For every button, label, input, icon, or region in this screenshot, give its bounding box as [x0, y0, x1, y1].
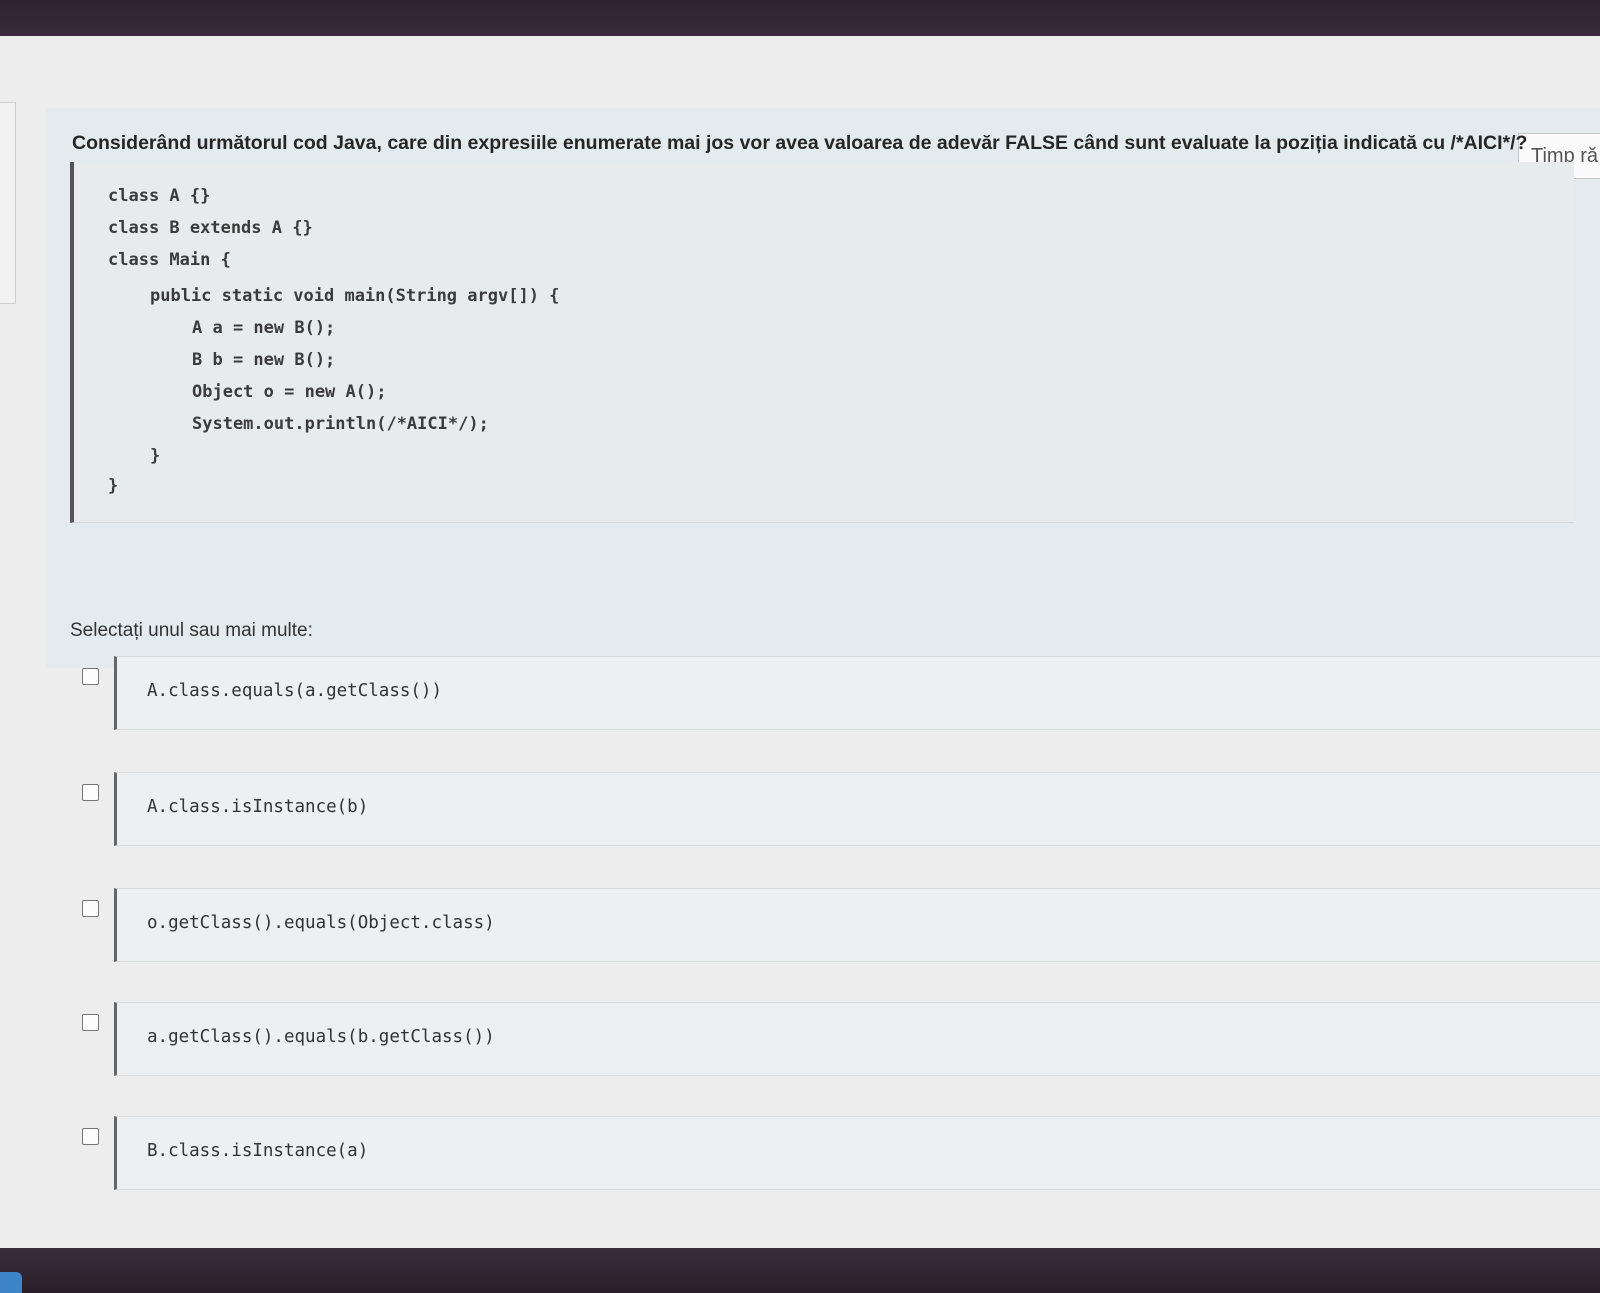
- option-body[interactable]: A.class.isInstance(b): [114, 772, 1600, 846]
- code-line: public static void main(String argv[]) {: [150, 286, 560, 306]
- answer-option[interactable]: B.class.isInstance(a): [70, 1106, 1600, 1198]
- answer-option[interactable]: a.getClass().equals(b.getClass()): [70, 992, 1600, 1084]
- code-line: B b = new B();: [192, 350, 336, 370]
- option-checkbox[interactable]: [82, 1014, 99, 1031]
- answer-option[interactable]: A.class.isInstance(b): [70, 762, 1600, 854]
- screen-bezel-bottom: [0, 1248, 1600, 1293]
- code-line: A a = new B();: [192, 318, 336, 338]
- question-nav-panel[interactable]: [0, 102, 16, 304]
- option-body[interactable]: B.class.isInstance(a): [114, 1116, 1600, 1190]
- code-line: class B extends A {}: [108, 218, 313, 238]
- screen-bezel-top: [0, 0, 1600, 36]
- code-line: class A {}: [108, 186, 211, 206]
- answer-option[interactable]: A.class.equals(a.getClass()): [70, 646, 1600, 738]
- code-line: Object o = new A();: [192, 382, 387, 402]
- option-code: a.getClass().equals(b.getClass()): [147, 1027, 495, 1047]
- question-text: Considerând următorul cod Java, care din…: [72, 132, 1528, 154]
- code-line: class Main {: [108, 250, 231, 270]
- option-checkbox[interactable]: [82, 1128, 99, 1145]
- option-checkbox[interactable]: [82, 784, 99, 801]
- option-code: A.class.isInstance(b): [147, 797, 369, 817]
- taskbar-accent: [0, 1272, 22, 1293]
- option-code: A.class.equals(a.getClass()): [147, 681, 443, 701]
- option-checkbox[interactable]: [82, 668, 99, 685]
- option-code: o.getClass().equals(Object.class): [147, 913, 495, 933]
- code-line: System.out.println(/*AICI*/);: [192, 414, 489, 434]
- code-block: class A {} class B extends A {} class Ma…: [70, 162, 1574, 523]
- option-body[interactable]: A.class.equals(a.getClass()): [114, 656, 1600, 730]
- code-line: }: [150, 446, 161, 466]
- answer-option[interactable]: o.getClass().equals(Object.class): [70, 878, 1600, 970]
- select-prompt: Selectați unul sau mai multe:: [70, 620, 313, 641]
- option-body[interactable]: a.getClass().equals(b.getClass()): [114, 1002, 1600, 1076]
- option-checkbox[interactable]: [82, 900, 99, 917]
- code-line: }: [108, 476, 119, 496]
- option-body[interactable]: o.getClass().equals(Object.class): [114, 888, 1600, 962]
- option-code: B.class.isInstance(a): [147, 1141, 369, 1161]
